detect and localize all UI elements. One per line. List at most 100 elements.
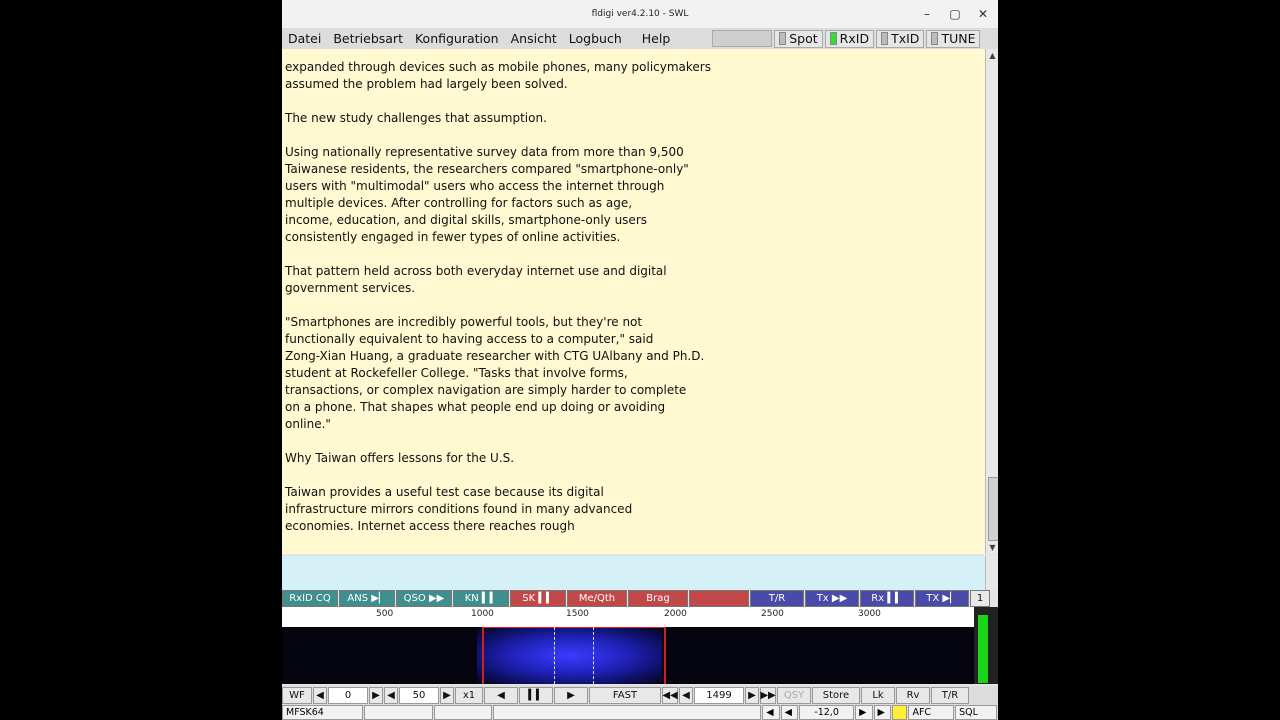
macro-button[interactable]: [689, 590, 749, 607]
tune-led: [931, 32, 939, 45]
macro-button[interactable]: Rx ▍▍: [860, 590, 914, 607]
macro-button[interactable]: TX ▶▏: [915, 590, 969, 607]
rx-text-pane[interactable]: expanded through devices such as mobile …: [282, 49, 985, 554]
waterfall-display[interactable]: [282, 627, 974, 684]
scale-label: 2500: [761, 609, 784, 619]
cursor-dash: [554, 627, 556, 684]
tune-label: TUNE: [941, 31, 976, 46]
tx-text-pane[interactable]: [282, 556, 985, 590]
macro-set-button[interactable]: 1: [970, 590, 990, 607]
scroll-thumb[interactable]: [988, 477, 998, 541]
title-bar: fldigi ver4.2.10 - SWL – ▢ ✕: [282, 0, 998, 28]
scroll-down-icon[interactable]: ▼: [987, 542, 998, 553]
scale-label: 500: [376, 609, 394, 619]
sql-inc-big-icon[interactable]: ▶: [873, 704, 891, 720]
menu-spacer: [712, 30, 773, 47]
menu-bar: Datei Betriebsart Konfiguration Ansicht …: [282, 28, 998, 50]
sql-inc-icon[interactable]: ▶: [855, 704, 873, 720]
waterfall-scale: 500 1000 1500 2000 2500 3000: [282, 607, 974, 628]
lower-inc-icon[interactable]: ▶: [369, 686, 383, 704]
signal-meter: [974, 607, 998, 684]
cursor-left: [482, 627, 484, 684]
txid-toggle[interactable]: TxID: [876, 29, 925, 48]
status-bar: MFSK64 ◀ ◀ -12,0 ▶ ▶ AFC SQL: [282, 704, 998, 720]
macro-button[interactable]: T/R: [750, 590, 804, 607]
scale-label: 1000: [471, 609, 494, 619]
signal-trace: [477, 627, 662, 684]
txid-label: TxID: [891, 31, 920, 46]
waterfall-controls: WF ◀ 0 ▶ ◀ 50 ▶ x1 ◀ ▍▍ ▶ FAST ◀◀ ◀ 1499…: [282, 686, 998, 704]
minimize-icon[interactable]: –: [918, 5, 936, 23]
lock-toggle[interactable]: Lk: [861, 686, 895, 704]
status-led: [891, 704, 908, 720]
wf-mode-button[interactable]: WF: [282, 686, 312, 704]
macro-button[interactable]: KN ▍▍: [453, 590, 509, 607]
rxid-label: RxID: [839, 31, 870, 46]
menu-betriebsart[interactable]: Betriebsart: [327, 31, 409, 46]
macro-button[interactable]: Tx ▶▶: [805, 590, 859, 607]
macro-bar: RxID CQ ANS ▶▏ QSO ▶▶ KN ▍▍ SK ▍▍ Me/Qth…: [282, 590, 998, 607]
macro-button[interactable]: ANS ▶▏: [339, 590, 395, 607]
scale-label: 3000: [858, 609, 881, 619]
sql-dec-icon[interactable]: ◀: [762, 704, 780, 720]
range-inc-icon[interactable]: ▶: [440, 686, 454, 704]
cursor-dash: [593, 627, 595, 684]
status-field: [364, 704, 433, 720]
freq-up-icon[interactable]: ▶: [745, 686, 759, 704]
bandwidth-marker: [482, 627, 666, 628]
rxid-toggle[interactable]: RxID: [824, 29, 875, 48]
qsy-button[interactable]: QSY: [777, 686, 811, 704]
freq-down-icon[interactable]: ◀: [679, 686, 693, 704]
range-field[interactable]: 50: [399, 686, 439, 704]
lower-field[interactable]: 0: [328, 686, 368, 704]
shift-right-icon[interactable]: ▶: [554, 686, 588, 704]
tr-toggle[interactable]: T/R: [931, 686, 969, 704]
signal-meter-bar: [978, 615, 988, 683]
sql-toggle[interactable]: SQL: [955, 704, 997, 720]
store-button[interactable]: Store: [812, 686, 860, 704]
menu-datei[interactable]: Datei: [282, 31, 327, 46]
speed-button[interactable]: FAST: [589, 686, 661, 704]
macro-button[interactable]: Brag: [628, 590, 688, 607]
rx-scrollbar[interactable]: ▲ ▼: [985, 49, 998, 554]
cursor-right: [664, 627, 666, 684]
squelch-field[interactable]: -12,0: [799, 704, 855, 720]
spot-led: [779, 32, 787, 45]
macro-button[interactable]: SK ▍▍: [510, 590, 566, 607]
pause-icon[interactable]: ▍▍: [519, 686, 553, 704]
close-icon[interactable]: ✕: [974, 5, 992, 23]
maximize-icon[interactable]: ▢: [946, 5, 964, 23]
mode-indicator[interactable]: MFSK64: [282, 704, 364, 720]
shift-left-icon[interactable]: ◀: [484, 686, 518, 704]
tune-toggle[interactable]: TUNE: [926, 29, 981, 48]
lower-dec-icon[interactable]: ◀: [313, 686, 327, 704]
menu-logbuch[interactable]: Logbuch: [563, 31, 628, 46]
macro-button[interactable]: RxID CQ: [282, 590, 338, 607]
spot-label: Spot: [789, 31, 818, 46]
menu-konfiguration[interactable]: Konfiguration: [409, 31, 505, 46]
menu-help[interactable]: Help: [636, 31, 677, 46]
afc-toggle[interactable]: AFC: [908, 704, 955, 720]
status-field: [433, 704, 493, 720]
zoom-button[interactable]: x1: [455, 686, 483, 704]
freq-field[interactable]: 1499: [694, 686, 744, 704]
macro-button[interactable]: Me/Qth: [567, 590, 627, 607]
sql-dec-small-icon[interactable]: ◀: [780, 704, 799, 720]
freq-fast-up-icon[interactable]: ▶▶: [760, 686, 776, 704]
spot-toggle[interactable]: Spot: [774, 29, 823, 48]
menu-ansicht[interactable]: Ansicht: [505, 31, 563, 46]
range-dec-icon[interactable]: ◀: [384, 686, 398, 704]
scale-label: 2000: [664, 609, 687, 619]
macro-button[interactable]: QSO ▶▶: [396, 590, 452, 607]
tx-scrollbar[interactable]: [985, 556, 998, 590]
reverse-toggle[interactable]: Rv: [896, 686, 930, 704]
status-message: [493, 704, 762, 720]
txid-led: [881, 32, 889, 45]
scale-label: 1500: [566, 609, 589, 619]
freq-fast-down-icon[interactable]: ◀◀: [662, 686, 678, 704]
rx-text: expanded through devices such as mobile …: [285, 60, 711, 533]
rxid-led: [829, 32, 837, 45]
app-window: fldigi ver4.2.10 - SWL – ▢ ✕ Datei Betri…: [282, 0, 998, 720]
window-title: fldigi ver4.2.10 - SWL: [591, 9, 689, 19]
scroll-up-icon[interactable]: ▲: [987, 50, 998, 61]
